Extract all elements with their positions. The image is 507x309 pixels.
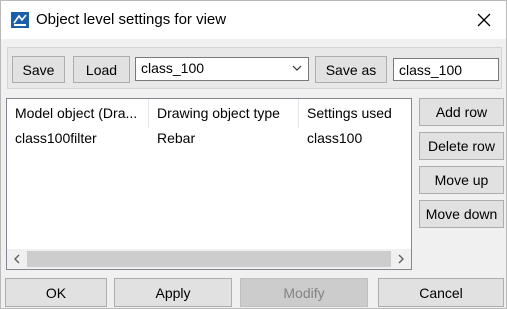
horizontal-scrollbar[interactable] (7, 249, 411, 269)
table-row[interactable]: class100filter Rebar class100 (7, 128, 411, 150)
settings-combo-value: class_100 (141, 60, 205, 76)
grid-header: Model object (Dra... Drawing object type… (7, 99, 411, 128)
scrollbar-thumb[interactable] (27, 251, 391, 267)
move-down-button[interactable]: Move down (419, 200, 504, 228)
chevron-right-icon (398, 254, 404, 264)
column-header-settings-used[interactable]: Settings used (299, 99, 411, 128)
cell-model-object[interactable]: class100filter (7, 130, 149, 146)
cancel-button[interactable]: Cancel (378, 278, 504, 307)
delete-row-button[interactable]: Delete row (419, 132, 504, 160)
settings-combo[interactable]: class_100 (135, 57, 309, 81)
modify-button[interactable]: Modify (240, 278, 368, 307)
move-up-button[interactable]: Move up (419, 166, 504, 194)
column-header-model-object[interactable]: Model object (Dra... (7, 99, 149, 128)
title-bar[interactable]: Object level settings for view (1, 1, 506, 39)
chevron-left-icon (14, 254, 20, 264)
scroll-right-button[interactable] (391, 249, 411, 269)
apply-button[interactable]: Apply (114, 278, 232, 307)
close-button[interactable] (472, 9, 496, 31)
chevron-down-icon (292, 65, 302, 71)
save-as-name-input[interactable] (393, 58, 499, 81)
drawing-app-icon (11, 12, 29, 28)
cell-settings-used[interactable]: class100 (299, 130, 411, 146)
save-button[interactable]: Save (12, 56, 65, 83)
dialog-window: Object level settings for view Save Load… (0, 0, 507, 309)
close-icon (477, 13, 491, 27)
scroll-left-button[interactable] (7, 249, 27, 269)
add-row-button[interactable]: Add row (419, 98, 504, 126)
load-button[interactable]: Load (73, 56, 130, 83)
ok-button[interactable]: OK (5, 278, 107, 307)
window-title: Object level settings for view (36, 11, 227, 28)
save-as-button[interactable]: Save as (315, 56, 387, 83)
object-settings-grid[interactable]: Model object (Dra... Drawing object type… (6, 98, 412, 270)
column-header-drawing-object-type[interactable]: Drawing object type (149, 99, 299, 128)
cell-drawing-object-type[interactable]: Rebar (149, 130, 299, 146)
